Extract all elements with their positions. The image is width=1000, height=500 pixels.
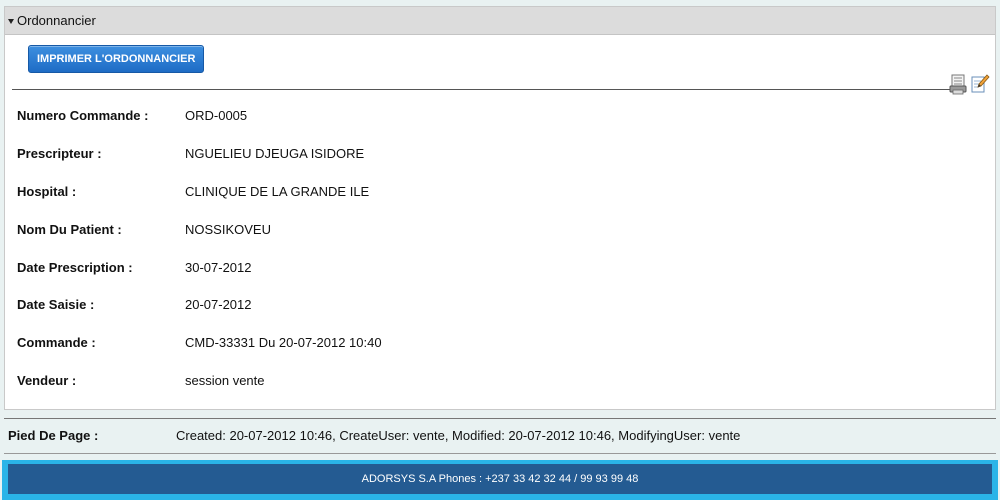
field-value: 30-07-2012 [185, 259, 252, 275]
company-footer-text: ADORSYS S.A Phones : +237 33 42 32 44 / … [8, 464, 992, 494]
footer-row: Pied De Page : Created: 20-07-2012 10:46… [8, 428, 740, 443]
field-value: CLINIQUE DE LA GRANDE ILE [185, 183, 370, 199]
field-row-hospital: Hospital : CLINIQUE DE LA GRANDE ILE [17, 173, 382, 211]
field-value: session vente [185, 372, 265, 388]
field-label: Date Prescription : [17, 259, 133, 275]
field-value: NGUELIEU DJEUGA ISIDORE [185, 146, 365, 162]
field-label: Date Saisie : [17, 297, 95, 313]
field-row-numero-commande: Numero Commande : ORD-0005 [17, 97, 382, 135]
field-label: Hospital : [17, 183, 77, 199]
print-ordonnancier-button[interactable]: IMPRIMER L'ORDONNANCIER [28, 45, 205, 73]
field-label: Prescripteur : [17, 146, 102, 162]
field-value: CMD-33331 Du 20-07-2012 10:40 [185, 335, 382, 351]
footer-divider-bottom [4, 453, 996, 454]
field-value: ORD-0005 [185, 108, 248, 124]
field-row-date-prescription: Date Prescription : 30-07-2012 [17, 248, 382, 286]
toolbar-icons [949, 73, 990, 95]
panel-header[interactable]: Ordonnancier [5, 7, 995, 35]
field-label: Numero Commande : [17, 108, 149, 124]
field-row-date-saisie: Date Saisie : 20-07-2012 [17, 286, 382, 324]
field-row-vendeur: Vendeur : session vente [17, 362, 382, 400]
field-value: NOSSIKOVEU [185, 221, 271, 237]
field-row-commande: Commande : CMD-33331 Du 20-07-2012 10:40 [17, 324, 382, 362]
footer-divider [4, 418, 996, 419]
order-details: Numero Commande : ORD-0005 Prescripteur … [17, 97, 382, 399]
field-row-prescripteur: Prescripteur : NGUELIEU DJEUGA ISIDORE [17, 135, 382, 173]
company-footer-bar: ADORSYS S.A Phones : +237 33 42 32 44 / … [2, 460, 998, 500]
ordonnancier-panel: Ordonnancier IMPRIMER L'ORDONNANCIER Num… [4, 6, 996, 410]
footer-label: Pied De Page : [8, 428, 99, 443]
edit-icon[interactable] [970, 73, 990, 95]
field-row-nom-patient: Nom Du Patient : NOSSIKOVEU [17, 210, 382, 248]
field-label: Vendeur : [17, 372, 77, 388]
panel-title: Ordonnancier [17, 13, 96, 28]
divider [12, 89, 952, 90]
collapse-triangle-icon[interactable] [8, 18, 14, 24]
field-label: Commande : [17, 335, 96, 351]
field-value: 20-07-2012 [185, 297, 252, 313]
field-label: Nom Du Patient : [17, 221, 122, 237]
footer-value: Created: 20-07-2012 10:46, CreateUser: v… [176, 428, 741, 443]
print-list-icon[interactable] [949, 73, 969, 95]
